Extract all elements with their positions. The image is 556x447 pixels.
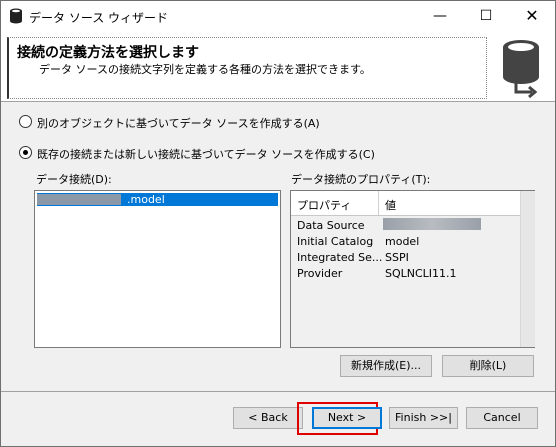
radio-from-connection-label[interactable]: 既存の接続または新しい接続に基づいてデータ ソースを作成する(C) <box>37 146 375 162</box>
column-header-value: 値 <box>385 199 396 212</box>
property-value: model <box>385 235 420 248</box>
property-name: Provider <box>297 267 343 280</box>
redacted-server-name <box>37 194 121 205</box>
list-item[interactable]: .model <box>37 193 278 206</box>
connection-properties-label: データ接続のプロパティ(T): <box>291 173 431 186</box>
maximize-button[interactable]: ☐ <box>463 1 509 31</box>
radio-from-object-label[interactable]: 別のオブジェクトに基づいてデータ ソースを作成する(A) <box>37 115 320 131</box>
property-name: Initial Catalog <box>297 235 374 248</box>
page-title: 接続の定義方法を選択します <box>17 45 199 61</box>
properties-scrollbar[interactable] <box>520 191 535 347</box>
data-connections-list[interactable]: .model <box>34 190 281 348</box>
column-header-property: プロパティ <box>297 199 352 212</box>
new-connection-button[interactable]: 新規作成(E)... <box>340 355 432 377</box>
database-icon <box>10 8 22 24</box>
list-item-label: .model <box>127 193 165 206</box>
close-button[interactable]: ✕ <box>509 1 555 31</box>
cancel-button[interactable]: Cancel <box>466 407 538 429</box>
next-button[interactable]: Next > <box>312 407 382 429</box>
property-name: Data Source <box>297 219 365 232</box>
property-value: SQLNCLI11.1 <box>385 267 457 280</box>
footer-divider <box>1 391 555 392</box>
delete-connection-button[interactable]: 削除(L) <box>442 355 534 377</box>
database-connect-icon <box>503 40 539 99</box>
properties-header: プロパティ 値 <box>291 191 520 216</box>
back-button[interactable]: < Back <box>233 407 303 429</box>
wizard-header: 接続の定義方法を選択します データ ソースの接続文字列を定義する各種の方法を選択… <box>1 31 555 102</box>
property-value: SSPI <box>385 251 409 264</box>
redacted-data-source <box>383 218 481 230</box>
wizard-window: データ ソース ウィザード — ☐ ✕ 接続の定義方法を選択します データ ソー… <box>0 0 556 447</box>
radio-from-connection[interactable] <box>19 146 32 159</box>
radio-from-object[interactable] <box>19 115 32 128</box>
window-title: データ ソース ウィザード <box>29 11 169 25</box>
minimize-button[interactable]: — <box>417 1 463 31</box>
title-bar: データ ソース ウィザード — ☐ ✕ <box>1 1 555 31</box>
data-connections-label: データ接続(D): <box>36 173 112 186</box>
finish-button[interactable]: Finish >>| <box>389 407 458 429</box>
property-name: Integrated Se... <box>297 251 383 264</box>
connection-properties-grid: プロパティ 値 Data Source Initial Catalog mode… <box>290 190 535 348</box>
page-subtitle: データ ソースの接続文字列を定義する各種の方法を選択できます。 <box>39 63 371 76</box>
